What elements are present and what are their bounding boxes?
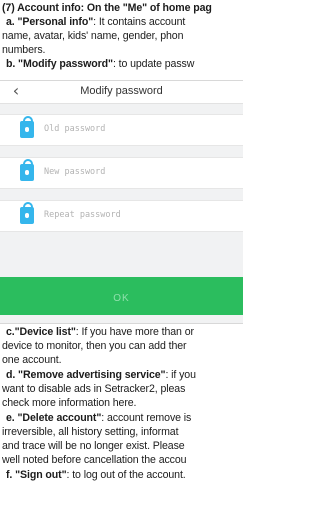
new-password-placeholder: New password	[44, 167, 106, 177]
old-password-field[interactable]: Old password	[0, 114, 243, 146]
item-e-label: e. "Delete account"	[6, 412, 102, 424]
repeat-password-field[interactable]: Repeat password	[0, 200, 243, 232]
item-c-line-1: c."Device list": If you have more than o…	[6, 326, 194, 339]
item-e-text: : account remove is	[101, 412, 192, 424]
modify-password-screenshot: ‹ Modify password Old password New passw…	[0, 80, 243, 324]
item-a-line-1: a. "Personal info": It contains account	[6, 16, 185, 29]
item-e-line-4: well noted before cancellation the accou	[2, 454, 187, 466]
item-d-line-3: check more information here.	[2, 397, 137, 409]
section-heading-text: Account info: On the "Me" of home pag	[17, 2, 212, 14]
item-c-line-2: device to monitor, then you can add ther	[2, 340, 187, 352]
item-a-text: : It contains account	[93, 16, 186, 28]
nav-bar: ‹ Modify password	[0, 81, 243, 104]
item-e-line-1: e. "Delete account": account remove is	[6, 412, 191, 425]
item-b-text: : to update passw	[112, 58, 195, 70]
section-number: (7)	[2, 2, 15, 14]
item-f-label: f. "Sign out"	[6, 469, 67, 481]
lock-icon	[20, 116, 34, 138]
item-b-line-1: b. "Modify password": to update passw	[6, 58, 194, 71]
lock-icon	[20, 159, 34, 181]
ok-button-label: OK	[113, 292, 130, 304]
item-c-text: : If you have more than or	[75, 326, 194, 338]
item-b-label: b. "Modify password"	[6, 58, 113, 70]
repeat-password-placeholder: Repeat password	[44, 210, 121, 220]
item-c-line-3: one account.	[2, 354, 62, 366]
item-a-line-3: numbers.	[2, 44, 46, 56]
old-password-placeholder: Old password	[44, 124, 106, 134]
screen-title: Modify password	[80, 85, 163, 97]
new-password-field[interactable]: New password	[0, 157, 243, 189]
item-e-line-3: and trace will be no longer exist. Pleas…	[2, 440, 185, 452]
ok-button[interactable]: OK	[0, 277, 243, 315]
item-f-line-1: f. "Sign out": to log out of the account…	[6, 469, 186, 482]
section-heading: (7) Account info: On the "Me" of home pa…	[2, 2, 212, 15]
item-f-text: : to log out of the account.	[66, 469, 186, 481]
lock-icon	[20, 202, 34, 224]
item-a-label: a. "Personal info"	[6, 16, 94, 28]
item-c-label: c."Device list"	[6, 326, 76, 338]
item-e-line-2: irreversible, all history setting, infor…	[2, 426, 179, 438]
item-d-line-1: d. "Remove advertising service": if you	[6, 369, 196, 382]
item-d-label: d. "Remove advertising service"	[6, 369, 166, 381]
document-page: (7) Account info: On the "Me" of home pa…	[0, 0, 243, 520]
item-d-text: : if you	[165, 369, 196, 381]
item-d-line-2: want to disable ads in Setracker2, pleas	[2, 383, 186, 395]
item-a-line-2: name, avatar, kids' name, gender, phon	[2, 30, 184, 42]
